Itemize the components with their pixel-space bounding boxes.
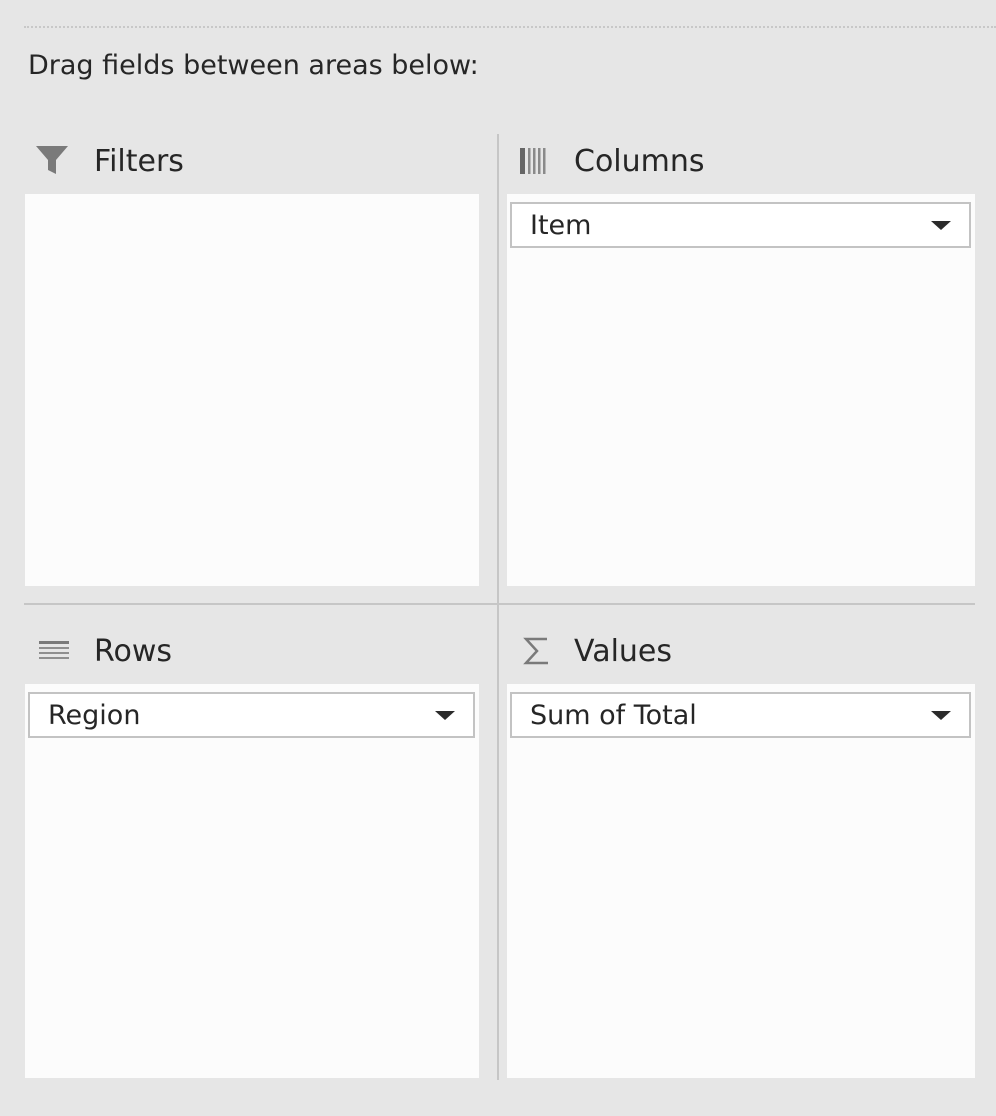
rows-area-header: Rows: [38, 626, 172, 676]
instructions-text: Drag fields between areas below:: [28, 50, 479, 81]
values-area-header: Values: [522, 626, 672, 676]
horizontal-divider: [24, 603, 975, 605]
rows-icon: [38, 631, 78, 671]
values-field-sum-of-total[interactable]: Sum of Total: [510, 692, 971, 738]
filters-drop-zone[interactable]: [25, 194, 479, 586]
filters-area-label: Filters: [94, 143, 184, 179]
filter-icon: [34, 141, 74, 181]
columns-field-item[interactable]: Item: [510, 202, 971, 248]
filters-area-header: Filters: [34, 136, 184, 186]
rows-drop-zone[interactable]: Region: [25, 684, 479, 1078]
field-label: Sum of Total: [530, 699, 697, 731]
columns-icon: [518, 141, 558, 181]
columns-drop-zone[interactable]: Item: [507, 194, 975, 586]
columns-area-header: Columns: [518, 136, 705, 186]
field-label: Region: [48, 699, 141, 731]
rows-area-label: Rows: [94, 633, 173, 669]
pivot-field-areas-panel: Drag fields between areas below: Filters…: [0, 0, 996, 1116]
field-label: Item: [530, 209, 592, 241]
rows-field-region[interactable]: Region: [28, 692, 475, 738]
chevron-down-icon[interactable]: [931, 220, 951, 230]
columns-area-label: Columns: [574, 143, 705, 179]
sigma-icon: [522, 631, 562, 671]
values-area-label: Values: [574, 633, 673, 669]
section-divider: [24, 26, 996, 28]
values-drop-zone[interactable]: Sum of Total: [507, 684, 975, 1078]
chevron-down-icon[interactable]: [435, 710, 455, 720]
vertical-divider: [497, 134, 499, 1080]
chevron-down-icon[interactable]: [931, 710, 951, 720]
